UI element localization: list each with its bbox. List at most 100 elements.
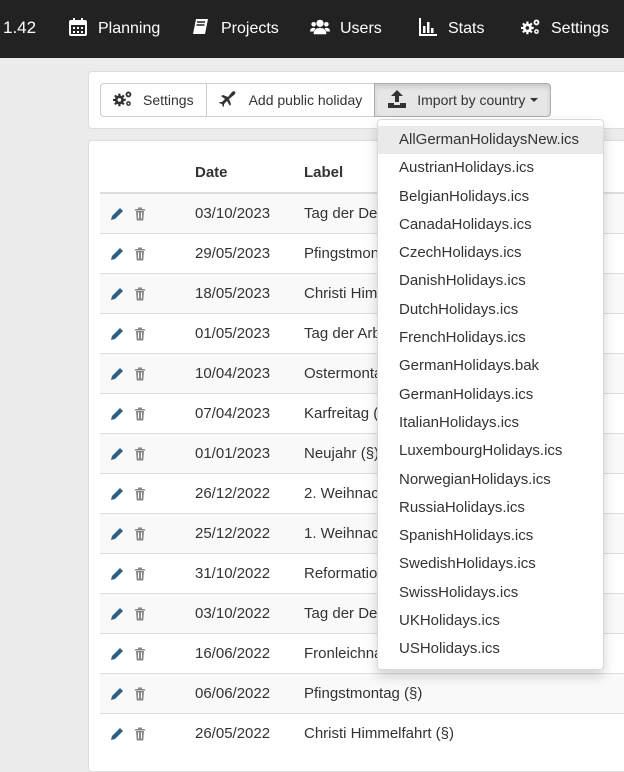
plane-icon (218, 89, 249, 112)
edit-pencil-icon[interactable] (110, 687, 124, 701)
row-date: 03/10/2022 (195, 593, 304, 634)
date-header[interactable]: Date (195, 152, 304, 194)
add-public-holiday-button[interactable]: Add public holiday (205, 83, 376, 117)
row-actions (100, 233, 195, 274)
delete-trash-icon[interactable] (133, 727, 147, 741)
row-date: 03/10/2023 (195, 192, 304, 234)
delete-trash-icon[interactable] (133, 487, 147, 501)
row-actions (100, 713, 195, 753)
delete-trash-icon[interactable] (133, 607, 147, 621)
app-version: 1.42 (3, 18, 37, 37)
dropdown-item[interactable]: NorwegianHolidays.ics (378, 466, 603, 494)
row-actions (100, 673, 195, 714)
delete-trash-icon[interactable] (133, 447, 147, 461)
upload-icon (387, 89, 417, 112)
edit-pencil-icon[interactable] (110, 447, 124, 461)
import-dropdown-menu: AllGermanHolidaysNew.ics AustrianHolidays… (377, 119, 604, 670)
row-date: 10/04/2023 (195, 353, 304, 394)
dropdown-item[interactable]: ItalianHolidays.ics (378, 409, 603, 437)
dropdown-item[interactable]: CzechHolidays.ics (378, 239, 603, 267)
dropdown-item[interactable]: GermanHolidays.ics (378, 381, 603, 409)
nav-projects-label: Projects (221, 20, 279, 37)
nav-stats[interactable]: Stats (418, 0, 484, 58)
edit-pencil-icon[interactable] (110, 567, 124, 581)
dropdown-item[interactable]: SwedishHolidays.ics (378, 550, 603, 578)
nav-planning-label: Planning (98, 20, 161, 37)
settings-button-label: Settings (143, 92, 194, 108)
import-by-country-button[interactable]: Import by country (374, 83, 552, 117)
dropdown-item[interactable]: USHolidays.ics (378, 635, 603, 663)
edit-pencil-icon[interactable] (110, 527, 124, 541)
actions-header (100, 152, 195, 194)
calendar-icon (68, 17, 98, 42)
dropdown-item[interactable]: AustrianHolidays.ics (378, 154, 603, 182)
dropdown-item[interactable]: SpanishHolidays.ics (378, 522, 603, 550)
row-actions (100, 433, 195, 474)
dropdown-item[interactable]: DutchHolidays.ics (378, 296, 603, 324)
delete-trash-icon[interactable] (133, 407, 147, 421)
row-actions (100, 393, 195, 434)
delete-trash-icon[interactable] (133, 367, 147, 381)
bar-chart-icon (418, 17, 448, 42)
gears-icon (521, 17, 551, 42)
row-label: Christi Himmelfahrt (§) (304, 713, 624, 753)
row-actions (100, 513, 195, 554)
delete-trash-icon[interactable] (133, 287, 147, 301)
dropdown-item[interactable]: RussiaHolidays.ics (378, 494, 603, 522)
row-date: 26/05/2022 (195, 713, 304, 753)
row-actions (100, 192, 195, 234)
edit-pencil-icon[interactable] (110, 487, 124, 501)
dropdown-item[interactable]: BelgianHolidays.ics (378, 183, 603, 211)
row-actions (100, 273, 195, 314)
edit-pencil-icon[interactable] (110, 207, 124, 221)
dropdown-item[interactable]: SwissHolidays.ics (378, 579, 603, 607)
row-actions (100, 473, 195, 514)
nav-settings[interactable]: Settings (521, 0, 609, 58)
row-actions (100, 593, 195, 634)
row-date: 25/12/2022 (195, 513, 304, 554)
settings-button[interactable]: Settings (100, 83, 207, 117)
edit-pencil-icon[interactable] (110, 407, 124, 421)
dropdown-item[interactable]: UKHolidays.ics (378, 607, 603, 635)
dropdown-item[interactable]: FrenchHolidays.ics (378, 324, 603, 352)
row-label: Pfingstmontag (§) (304, 673, 624, 714)
edit-pencil-icon[interactable] (110, 607, 124, 621)
row-date: 01/05/2023 (195, 313, 304, 354)
dropdown-item[interactable]: AllGermanHolidaysNew.ics (378, 126, 603, 155)
delete-trash-icon[interactable] (133, 647, 147, 661)
row-actions (100, 353, 195, 394)
row-date: 29/05/2023 (195, 233, 304, 274)
delete-trash-icon[interactable] (133, 567, 147, 581)
caret-down-icon (530, 98, 539, 102)
edit-pencil-icon[interactable] (110, 327, 124, 341)
dropdown-item[interactable]: DanishHolidays.ics (378, 267, 603, 295)
gears-icon (113, 89, 143, 112)
delete-trash-icon[interactable] (133, 527, 147, 541)
edit-pencil-icon[interactable] (110, 727, 124, 741)
row-date: 01/01/2023 (195, 433, 304, 474)
row-date: 18/05/2023 (195, 273, 304, 314)
nav-users[interactable]: Users (310, 0, 382, 58)
dropdown-item[interactable]: GermanHolidays.bak (378, 352, 603, 380)
delete-trash-icon[interactable] (133, 687, 147, 701)
edit-pencil-icon[interactable] (110, 647, 124, 661)
book-icon (191, 17, 221, 42)
import-by-country-label: Import by country (417, 92, 526, 108)
toolbar-button-group: Settings Add public holiday Import by co… (100, 83, 552, 117)
edit-pencil-icon[interactable] (110, 367, 124, 381)
row-date: 26/12/2022 (195, 473, 304, 514)
nav-planning[interactable]: Planning (68, 0, 160, 58)
table-row: 26/05/2022 Christi Himmelfahrt (§) (100, 713, 624, 753)
delete-trash-icon[interactable] (133, 327, 147, 341)
row-actions (100, 553, 195, 594)
row-actions (100, 313, 195, 354)
dropdown-item[interactable]: LuxembourgHolidays.ics (378, 437, 603, 465)
top-navbar: 1.42 Planning Projects Users Stats Setti… (0, 0, 624, 58)
edit-pencil-icon[interactable] (110, 287, 124, 301)
nav-users-label: Users (340, 20, 382, 37)
delete-trash-icon[interactable] (133, 247, 147, 261)
delete-trash-icon[interactable] (133, 207, 147, 221)
edit-pencil-icon[interactable] (110, 247, 124, 261)
nav-projects[interactable]: Projects (191, 0, 279, 58)
dropdown-item[interactable]: CanadaHolidays.ics (378, 211, 603, 239)
